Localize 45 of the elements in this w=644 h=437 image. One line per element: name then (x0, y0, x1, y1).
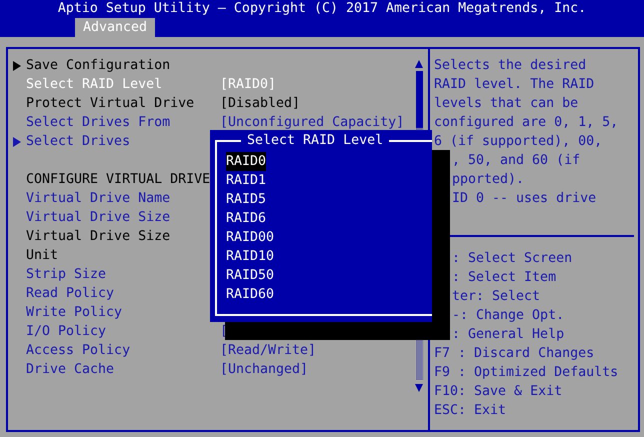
submenu-arrow-icon (13, 136, 21, 146)
setting-value[interactable]: [Read/Write] (220, 343, 316, 358)
key-hint: : Select Screen (452, 250, 572, 268)
setting-label[interactable]: Select RAID Level (26, 77, 220, 92)
scroll-thumb[interactable] (416, 71, 422, 128)
popup-option[interactable]: RAID60 (226, 285, 274, 304)
help-text: 6 (if supported), 00, (434, 133, 602, 151)
setting-label[interactable]: Save Configuration (26, 58, 220, 73)
help-text: Selects the desired (434, 57, 586, 75)
submenu-arrow-icon (13, 60, 21, 70)
help-text: RAID level. The RAID (434, 76, 594, 94)
key-hint: : General Help (452, 326, 564, 344)
help-text: configured are 0, 1, 5, (434, 114, 618, 132)
popup-option[interactable]: RAID1 (226, 171, 266, 190)
setting-label[interactable]: Protect Virtual Drive (26, 96, 220, 111)
key-hint: F7 : Discard Changes (434, 345, 594, 363)
window-title: Aptio Setup Utility – Copyright (C) 2017 American Megatrends, Inc. (56, 0, 588, 18)
setting-label[interactable]: Access Policy (26, 343, 220, 358)
key-hint: ESC: Exit (434, 402, 506, 420)
help-text: pported). (452, 171, 524, 189)
section-heading: CONFIGURE VIRTUAL DRIVE (26, 172, 212, 187)
setting-label[interactable]: Select Drives From (26, 115, 220, 130)
scroll-down-icon (415, 384, 423, 392)
menu-tab[interactable]: Advanced (75, 18, 155, 37)
popup-option[interactable]: RAID6 (226, 209, 266, 228)
popup-option[interactable]: RAID00 (226, 228, 274, 247)
popup-option[interactable]: RAID50 (226, 266, 274, 285)
key-hint: F9 : Optimized Defaults (434, 364, 618, 382)
setting-value[interactable]: [Unchanged] (220, 362, 308, 377)
key-hint: F10: Save & Exit (434, 383, 562, 401)
popup-option[interactable]: RAID5 (226, 190, 266, 209)
key-hint: ter: Select (452, 288, 540, 306)
key-hint: : Select Item (452, 269, 556, 287)
setting-label[interactable]: I/O Policy (26, 324, 220, 339)
setting-label[interactable]: Drive Cache (26, 362, 220, 377)
setting-value[interactable]: [Unconfigured Capacity] (220, 115, 404, 130)
help-text: ID 0 -- uses drive (452, 190, 596, 208)
scroll-up-icon (415, 60, 423, 68)
setting-value[interactable]: [RAID0] (220, 77, 276, 92)
help-text: , 50, and 60 (if (452, 152, 580, 170)
popup-option[interactable]: RAID0 (226, 152, 266, 171)
popup-option[interactable]: RAID10 (226, 247, 274, 266)
key-hint: -: Change Opt. (452, 307, 564, 325)
help-text: levels that can be (434, 95, 578, 113)
setting-value[interactable]: [Disabled] (220, 96, 300, 111)
